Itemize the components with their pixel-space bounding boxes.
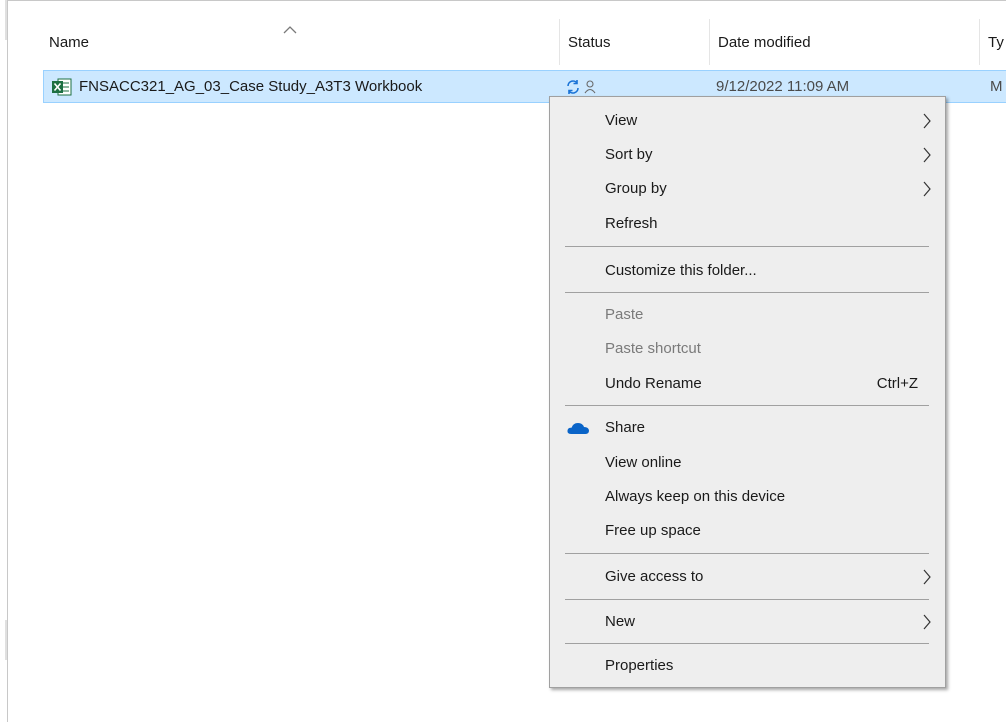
column-header-row: Name Status Date modified Ty bbox=[8, 19, 1006, 65]
column-type[interactable]: Ty bbox=[979, 19, 1006, 65]
menu-item-label: Sort by bbox=[605, 146, 653, 163]
menu-item-refresh[interactable]: Refresh bbox=[551, 207, 944, 240]
menu-item-paste-shortcut: Paste shortcut bbox=[551, 332, 944, 365]
menu-separator bbox=[565, 643, 929, 644]
menu-item-label: New bbox=[605, 613, 636, 630]
menu-item-give-access[interactable]: Give access to bbox=[551, 560, 944, 593]
menu-item-label: Always keep on this device bbox=[605, 488, 786, 505]
menu-item-customize-folder[interactable]: Customize this folder... bbox=[551, 254, 944, 287]
menu-item-label: Properties bbox=[605, 657, 674, 674]
menu-separator bbox=[565, 246, 929, 247]
menu-item-view-online[interactable]: View online bbox=[551, 446, 944, 479]
column-status[interactable]: Status bbox=[559, 19, 709, 65]
menu-item-group-by[interactable]: Group by bbox=[551, 172, 944, 205]
menu-item-label: Group by bbox=[605, 180, 667, 197]
status-icons bbox=[567, 80, 596, 94]
menu-item-always-keep[interactable]: Always keep on this device bbox=[551, 480, 944, 513]
menu-item-shortcut: Ctrl+Z bbox=[876, 375, 918, 392]
menu-item-paste: Paste bbox=[551, 298, 944, 331]
menu-item-new[interactable]: New bbox=[551, 605, 944, 638]
menu-item-sort-by[interactable]: Sort by bbox=[551, 138, 944, 171]
file-type: M bbox=[990, 78, 1003, 95]
menu-item-label: Customize this folder... bbox=[605, 262, 757, 279]
menu-item-label: Give access to bbox=[605, 568, 704, 585]
menu-separator bbox=[565, 599, 929, 600]
menu-item-share[interactable]: Share bbox=[551, 411, 944, 444]
chevron-right-icon bbox=[923, 614, 931, 630]
menu-item-undo-rename[interactable]: Undo Rename Ctrl+Z bbox=[551, 367, 944, 400]
context-menu: View Sort by Group by Refresh Customize … bbox=[549, 96, 946, 688]
menu-item-label: View online bbox=[605, 454, 682, 471]
menu-item-label: Free up space bbox=[605, 522, 701, 539]
menu-item-label: Paste bbox=[605, 306, 644, 323]
chevron-right-icon bbox=[923, 569, 931, 585]
menu-item-view[interactable]: View bbox=[551, 104, 944, 137]
menu-item-properties[interactable]: Properties bbox=[551, 649, 944, 682]
menu-item-label: Undo Rename bbox=[605, 375, 702, 392]
chevron-right-icon bbox=[923, 113, 931, 129]
menu-item-label: Share bbox=[605, 419, 646, 436]
menu-item-label: View bbox=[605, 112, 638, 129]
shared-person-icon bbox=[584, 80, 596, 94]
column-name[interactable]: Name bbox=[49, 19, 549, 65]
excel-file-icon bbox=[52, 78, 72, 96]
menu-item-free-up-space[interactable]: Free up space bbox=[551, 514, 944, 547]
menu-separator bbox=[565, 553, 929, 554]
sync-icon bbox=[567, 80, 579, 94]
menu-item-label: Refresh bbox=[605, 215, 658, 232]
file-name: FNSACC321_AG_03_Case Study_A3T3 Workbook bbox=[79, 78, 423, 95]
menu-item-label: Paste shortcut bbox=[605, 340, 701, 357]
column-date-modified[interactable]: Date modified bbox=[709, 19, 979, 65]
chevron-right-icon bbox=[923, 181, 931, 197]
menu-separator bbox=[565, 405, 929, 406]
chevron-right-icon bbox=[923, 147, 931, 163]
menu-separator bbox=[565, 292, 929, 293]
onedrive-cloud-icon bbox=[567, 423, 589, 434]
